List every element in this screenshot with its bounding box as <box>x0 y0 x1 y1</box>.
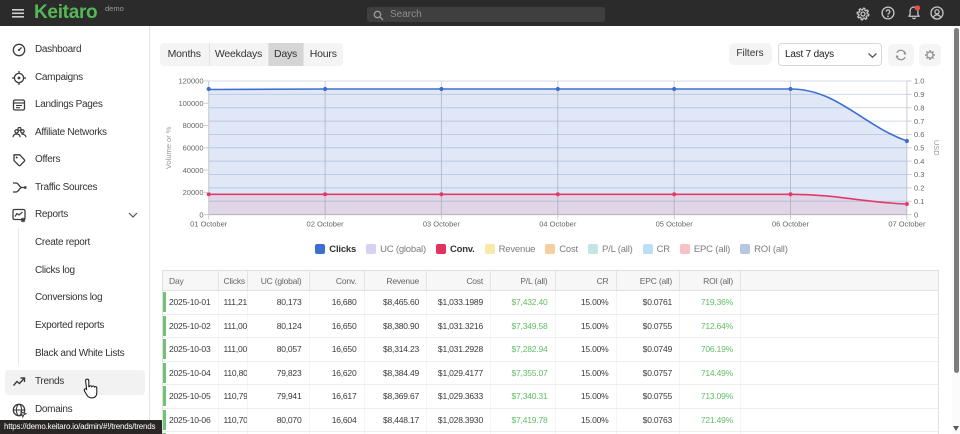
svg-text:1.0: 1.0 <box>914 77 924 86</box>
svg-text:0.8: 0.8 <box>914 103 924 112</box>
svg-text:0: 0 <box>914 210 918 219</box>
svg-text:0: 0 <box>199 210 203 219</box>
svg-text:0.3: 0.3 <box>914 170 924 179</box>
svg-text:03 October: 03 October <box>423 220 461 229</box>
svg-text:USD: USD <box>932 140 941 156</box>
svg-text:0.6: 0.6 <box>914 130 924 139</box>
svg-text:05 October: 05 October <box>656 220 694 229</box>
svg-text:0.7: 0.7 <box>914 117 924 126</box>
svg-text:0.4: 0.4 <box>914 157 924 166</box>
svg-text:100000: 100000 <box>178 99 203 108</box>
svg-text:Volume or %: Volume or % <box>164 126 173 169</box>
svg-text:0.5: 0.5 <box>914 144 924 153</box>
svg-text:0.1: 0.1 <box>914 197 924 206</box>
svg-text:0.9: 0.9 <box>914 90 924 99</box>
svg-text:01 October: 01 October <box>190 220 228 229</box>
svg-text:20000: 20000 <box>183 188 204 197</box>
svg-text:02 October: 02 October <box>307 220 345 229</box>
svg-text:120000: 120000 <box>178 77 203 86</box>
svg-text:0.2: 0.2 <box>914 184 924 193</box>
svg-text:40000: 40000 <box>183 166 204 175</box>
svg-text:04 October: 04 October <box>539 220 577 229</box>
svg-text:60000: 60000 <box>183 144 204 153</box>
svg-text:06 October: 06 October <box>772 220 810 229</box>
svg-text:80000: 80000 <box>183 121 204 130</box>
svg-text:07 October: 07 October <box>888 220 926 229</box>
